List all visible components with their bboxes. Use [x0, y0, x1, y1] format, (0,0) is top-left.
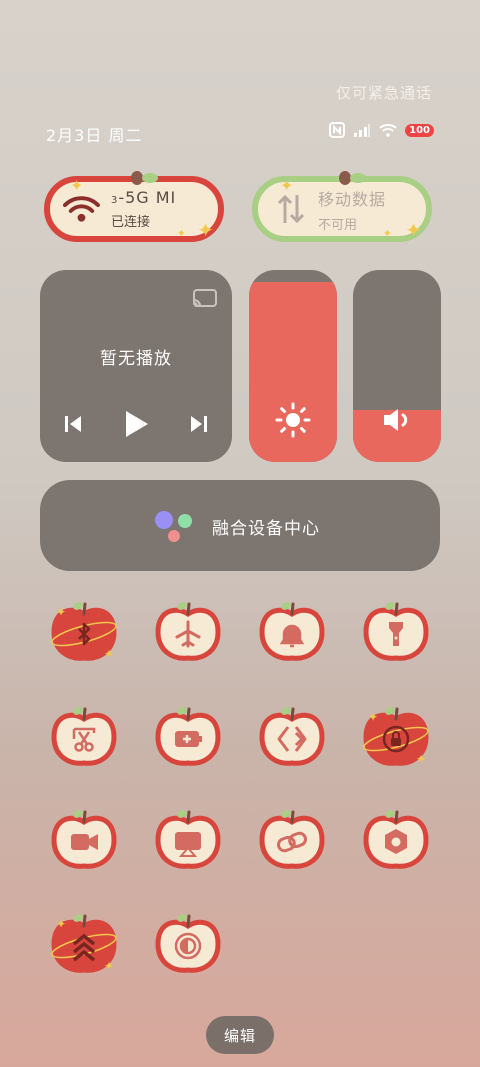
sparkle-icon: ✦ [382, 227, 392, 240]
toggle-settings[interactable] [362, 808, 430, 872]
leaf-icon [131, 171, 158, 185]
sparkle-icon: ✦ [70, 176, 84, 195]
sparkle-icon: ✦ [176, 227, 186, 240]
svg-text:✦: ✦ [104, 959, 114, 973]
previous-icon[interactable] [62, 413, 84, 435]
media-title: 暂无播放 [100, 349, 172, 369]
device-center-icon [155, 511, 192, 542]
wifi-ssid: -5G MI [118, 188, 177, 207]
battery-saver-icon [175, 731, 202, 747]
toggle-link[interactable] [258, 808, 326, 872]
mobile-data-status: 不可用 [318, 217, 358, 233]
svg-text:✦: ✦ [416, 752, 426, 766]
svg-text:✦: ✦ [368, 710, 378, 724]
sparkle-icon: ✦ [280, 176, 294, 195]
svg-text:✦: ✦ [104, 647, 114, 661]
nfc-icon [329, 122, 346, 138]
toggle-eye-comfort[interactable] [154, 912, 222, 976]
volume-slider[interactable] [353, 270, 441, 462]
cast-icon[interactable] [192, 288, 218, 310]
edit-button[interactable]: 编辑 [206, 1016, 274, 1054]
toggle-rotation-lock[interactable]: ✦ ✦ [362, 705, 430, 769]
toggle-bluetooth[interactable]: ✦ ✦ [50, 600, 118, 664]
signal-icon [354, 124, 371, 137]
toggle-flashlight[interactable] [362, 600, 430, 664]
toggle-screenshot[interactable] [50, 705, 118, 769]
sun-icon [275, 402, 311, 438]
brightness-slider[interactable] [249, 270, 337, 462]
toggle-airplane[interactable] [154, 600, 222, 664]
toggle-performance[interactable]: ✦ ✦ [50, 912, 118, 976]
toggle-nearby[interactable] [258, 705, 326, 769]
svg-text:✦: ✦ [56, 917, 66, 931]
speaker-icon [384, 409, 408, 431]
leaf-icon [339, 171, 366, 185]
sparkle-icon: ✦ [405, 218, 422, 242]
wifi-icon [62, 196, 100, 222]
media-player-card[interactable]: 暂无播放 [40, 270, 232, 462]
toggle-cast[interactable] [154, 808, 222, 872]
play-icon[interactable] [121, 408, 151, 440]
date-text: 2月3日 周二 [46, 126, 143, 145]
sound-icon [279, 624, 305, 648]
mobile-data-label: 移动数据 [318, 189, 387, 209]
sparkle-icon: ✦ [197, 218, 214, 242]
status-icons: 100 [329, 122, 434, 138]
battery-indicator: 100 [405, 123, 434, 137]
device-center-card[interactable]: 融合设备中心 [40, 480, 440, 571]
svg-text:✦: ✦ [56, 605, 66, 619]
device-center-label: 融合设备中心 [212, 519, 320, 539]
toggle-screen-record[interactable] [50, 808, 118, 872]
data-arrows-icon [277, 194, 305, 224]
toggle-battery-saver[interactable] [154, 705, 222, 769]
emergency-calls-only-text: 仅可紧急通话 [335, 84, 432, 102]
mobile-data-tile[interactable]: 移动数据 不可用 ✦ ✦ ✦ [252, 171, 432, 242]
wifi-status-icon [379, 124, 397, 137]
next-icon[interactable] [188, 413, 210, 435]
wifi-tile[interactable]: 3-5G MI 已连接 ✦ ✦ ✦ [44, 171, 224, 242]
screen-record-icon [71, 834, 98, 850]
toggle-sound[interactable] [258, 600, 326, 664]
